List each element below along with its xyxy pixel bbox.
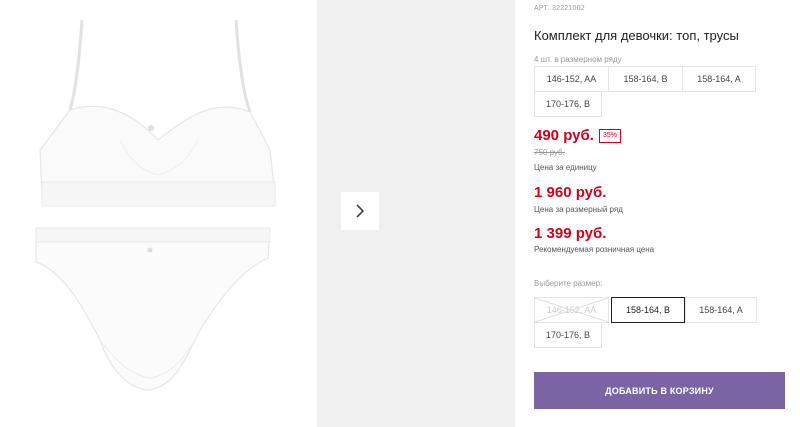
size-option-unavailable[interactable]: 146-152, AA [534, 297, 609, 323]
sku-label: АРТ: [534, 5, 551, 12]
discount-badge: 35% [598, 128, 621, 143]
product-title: Комплект для девочки: топ, трусы [534, 28, 739, 43]
size-range-chip: 146-152, AA [534, 66, 609, 92]
product-page: АРТ: 32221002 Комплект для девочки: топ, … [0, 0, 800, 427]
size-range-list: 146-152, AA 158-164, B 158-164, A 170-17… [534, 66, 784, 118]
size-range-chip: 170-176, B [534, 91, 602, 117]
retail-price-note: Рекомендуемая розничная цена [534, 245, 655, 254]
old-price: 750 руб. [534, 148, 565, 157]
sku-value: 32221002 [552, 5, 585, 12]
size-range-chip: 158-164, B [608, 66, 683, 92]
pack-note: 4 шт. в размерном ряду [534, 55, 622, 64]
size-option[interactable]: 158-164, A [685, 297, 757, 323]
product-info: АРТ: 32221002 Комплект для девочки: топ, … [534, 0, 800, 427]
unit-price-note: Цена за единицу [534, 163, 597, 172]
retail-price: 1 399 руб. [534, 225, 607, 242]
size-option-selected[interactable]: 158-164, B [611, 297, 685, 323]
unit-price-row: 490 руб. 35% [534, 127, 621, 144]
sku: АРТ: 32221002 [534, 5, 585, 12]
next-image-button[interactable] [341, 192, 379, 230]
size-picker: 146-152, AA 158-164, B 158-164, A 170-17… [534, 297, 784, 349]
size-range-chip: 158-164, A [682, 66, 756, 92]
range-price-note: Цена за размерный ряд [534, 205, 623, 214]
unavailable-cross-icon [535, 298, 608, 322]
unit-price: 490 руб. [534, 127, 594, 144]
range-price: 1 960 руб. [534, 184, 607, 201]
size-option-label: 158-164, A [699, 305, 743, 315]
product-photo [35, 19, 276, 391]
size-option-label: 170-176, B [545, 330, 591, 340]
size-option[interactable]: 170-176, B [534, 322, 602, 348]
add-to-cart-button[interactable]: ДОБАВИТЬ В КОРЗИНУ [534, 372, 785, 409]
size-picker-label: Выберите размер: [534, 279, 603, 288]
product-image [0, 0, 317, 427]
chevron-right-icon [356, 204, 365, 218]
size-option-label: 158-164, B [625, 305, 671, 315]
